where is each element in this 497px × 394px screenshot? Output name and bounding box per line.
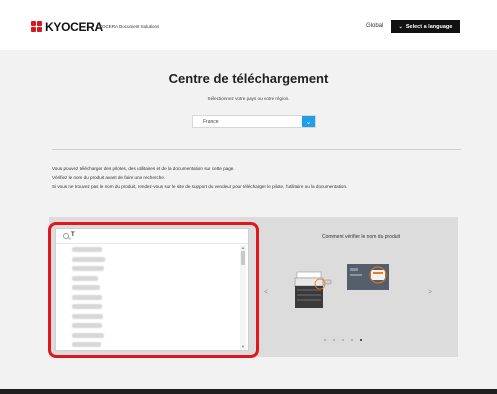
chevron-down-icon: ⌄: [398, 23, 403, 30]
select-language-button[interactable]: ⌄ Select a language: [391, 20, 460, 33]
brand-name: KYOCERA: [45, 20, 103, 34]
carousel-dots: [324, 339, 362, 341]
site-header: KYOCERA KYOCERA Document Solutions Globa…: [0, 0, 497, 50]
carousel-dot-active[interactable]: [360, 339, 362, 341]
kyocera-logo[interactable]: KYOCERA: [31, 20, 103, 34]
product-label-illustration: [347, 264, 389, 290]
info-line: Vérifiez le nom du produit avant de fair…: [52, 174, 166, 180]
info-line: Vous pouvez télécharger des pilotes, des…: [52, 166, 235, 171]
kyocera-logo-mark-icon: [31, 21, 43, 33]
highlight-annotation: [48, 222, 259, 358]
carousel-dot[interactable]: [324, 339, 326, 341]
info-text: Vous pouvez télécharger des pilotes, des…: [52, 165, 347, 191]
carousel-dot[interactable]: [333, 339, 335, 341]
global-link[interactable]: Global: [366, 23, 383, 29]
carousel-dot[interactable]: [351, 339, 353, 341]
select-language-label: Select a language: [405, 23, 453, 30]
carousel-prev-icon[interactable]: <: [264, 289, 268, 296]
country-select-value: France: [203, 119, 219, 125]
page-title: Centre de téléchargement: [168, 71, 329, 86]
info-line: Si vous ne trouvez pas le nom du produit…: [52, 183, 348, 189]
carousel-next-icon[interactable]: >: [428, 289, 432, 296]
printer-illustration: [294, 271, 332, 308]
site-footer: [0, 389, 497, 394]
brand-subtitle: KYOCERA Document Solutions: [96, 24, 160, 29]
page-subtitle: Sélectionnez votre pays ou votre région.: [207, 96, 290, 101]
country-select[interactable]: France ⌄: [192, 115, 316, 128]
carousel-dot[interactable]: [342, 339, 344, 341]
chevron-down-icon[interactable]: ⌄: [302, 116, 315, 127]
howto-title: Comment vérifier le nom du produit: [321, 234, 401, 240]
section-divider: [52, 149, 461, 150]
